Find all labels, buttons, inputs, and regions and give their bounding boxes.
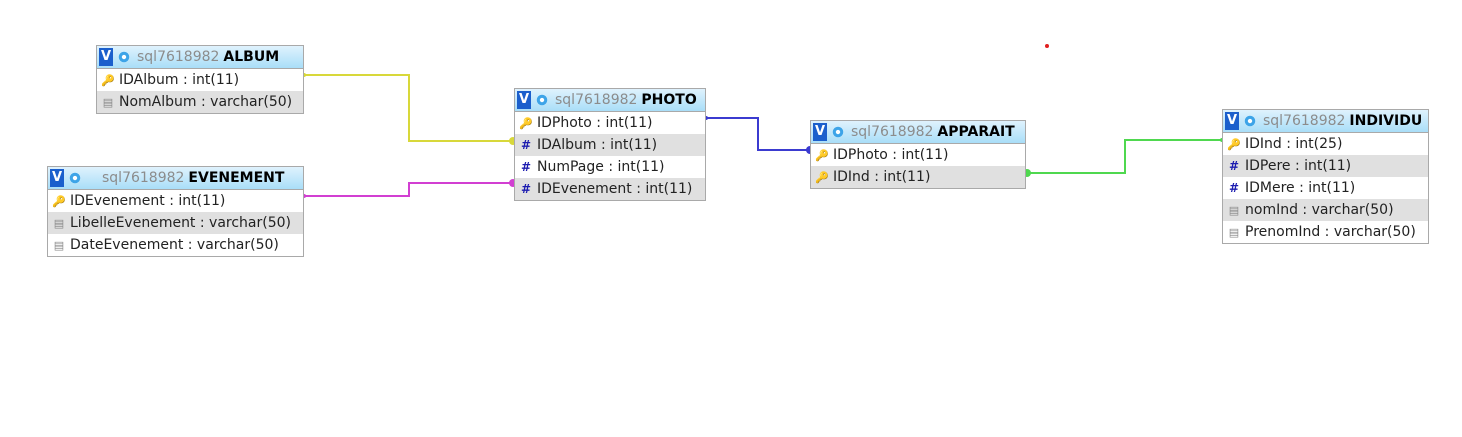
toggle-button[interactable]: V [813,123,827,141]
column-row[interactable]: 🔑 IDPhoto : int(11) [515,112,705,134]
column-label: NumPage : int(11) [537,159,665,175]
table-header[interactable]: V sql7618982 INDIVIDU [1223,110,1428,133]
table-evenement[interactable]: V sql7618982 EVENEMENT 🔑 IDEvenement : in… [47,166,304,257]
column-label: IDInd : int(25) [1245,136,1343,152]
individu-apparait-link [1026,139,1223,174]
hash-icon: # [520,160,532,174]
toggle-button[interactable]: V [1225,112,1239,130]
column-row[interactable]: # IDEvenement : int(11) [515,178,705,200]
database-name: sql7618982 [555,92,638,108]
column-label: IDEvenement : int(11) [70,193,226,209]
table-individu[interactable]: V sql7618982 INDIVIDU 🔑 IDInd : int(25) #… [1222,109,1429,244]
table-photo[interactable]: V sql7618982 PHOTO 🔑 IDPhoto : int(11) # I… [514,88,706,201]
gear-icon[interactable] [117,50,131,64]
database-name: sql7618982 [102,170,185,186]
key-icon: 🔑 [815,170,829,184]
table-name: ALBUM [223,49,280,65]
hash-icon: # [520,182,532,196]
column-row[interactable]: 🔑 IDPhoto : int(11) [811,144,1025,166]
key-icon: 🔑 [52,194,66,208]
column-label: IDEvenement : int(11) [537,181,693,197]
column-label: IDAlbum : int(11) [119,72,240,88]
text-field-icon: ▤ [53,238,65,252]
gear-icon[interactable] [68,171,82,185]
column-row[interactable]: ▤ nomInd : varchar(50) [1223,199,1428,221]
hash-icon: # [1228,159,1240,173]
toggle-button[interactable]: V [99,48,113,66]
album-photo-link [303,74,513,142]
marker-dot [1045,44,1049,48]
column-label: IDInd : int(11) [833,169,931,185]
column-row[interactable]: 🔑 IDEvenement : int(11) [48,190,303,212]
table-header[interactable]: V sql7618982 PHOTO [515,89,705,112]
column-label: nomInd : varchar(50) [1245,202,1394,218]
database-name: sql7618982 [1263,113,1346,129]
column-label: NomAlbum : varchar(50) [119,94,293,110]
table-name: PHOTO [641,92,697,108]
column-row[interactable]: ▤ PrenomInd : varchar(50) [1223,221,1428,243]
column-label: IDPhoto : int(11) [537,115,653,131]
column-label: IDPhoto : int(11) [833,147,949,163]
table-header[interactable]: V sql7618982 EVENEMENT [48,167,303,190]
column-row[interactable]: # NumPage : int(11) [515,156,705,178]
toggle-button[interactable]: V [50,169,64,187]
gear-icon[interactable] [831,125,845,139]
column-row[interactable]: ▤ NomAlbum : varchar(50) [97,91,303,113]
table-apparait[interactable]: V sql7618982 APPARAIT 🔑 IDPhoto : int(11)… [810,120,1026,189]
database-name: sql7618982 [137,49,220,65]
key-icon: 🔑 [519,116,533,130]
column-row[interactable]: # IDMere : int(11) [1223,177,1428,199]
toggle-button[interactable]: V [517,91,531,109]
gear-icon[interactable] [535,93,549,107]
key-icon: 🔑 [815,148,829,162]
column-label: IDMere : int(11) [1245,180,1356,196]
table-album[interactable]: V sql7618982 ALBUM 🔑 IDAlbum : int(11) ▤ N… [96,45,304,114]
column-label: DateEvenement : varchar(50) [70,237,279,253]
text-field-icon: ▤ [1228,203,1240,217]
table-header[interactable]: V sql7618982 APPARAIT [811,121,1025,144]
database-name: sql7618982 [851,124,934,140]
key-icon: 🔑 [101,73,115,87]
hash-icon: # [1228,181,1240,195]
column-label: PrenomInd : varchar(50) [1245,224,1416,240]
table-name: INDIVIDU [1349,113,1423,129]
text-field-icon: ▤ [1228,225,1240,239]
evenement-photo-link [303,182,513,197]
column-row[interactable]: # IDPere : int(11) [1223,155,1428,177]
table-name: APPARAIT [937,124,1015,140]
designer-canvas[interactable]: V sql7618982 ALBUM 🔑 IDAlbum : int(11) ▤ N… [0,0,1462,437]
key-icon: 🔑 [1227,137,1241,151]
column-row[interactable]: ▤ DateEvenement : varchar(50) [48,234,303,256]
column-row[interactable]: # IDAlbum : int(11) [515,134,705,156]
text-field-icon: ▤ [53,216,65,230]
column-label: IDPere : int(11) [1245,158,1352,174]
column-row[interactable]: ▤ LibelleEvenement : varchar(50) [48,212,303,234]
column-row[interactable]: 🔑 IDInd : int(11) [811,166,1025,188]
hash-icon: # [520,138,532,152]
column-row[interactable]: 🔑 IDInd : int(25) [1223,133,1428,155]
table-header[interactable]: V sql7618982 ALBUM [97,46,303,69]
text-field-icon: ▤ [102,95,114,109]
table-name: EVENEMENT [188,170,285,186]
gear-icon[interactable] [1243,114,1257,128]
column-label: LibelleEvenement : varchar(50) [70,215,291,231]
column-label: IDAlbum : int(11) [537,137,658,153]
column-row[interactable]: 🔑 IDAlbum : int(11) [97,69,303,91]
photo-apparait-link [705,117,810,151]
